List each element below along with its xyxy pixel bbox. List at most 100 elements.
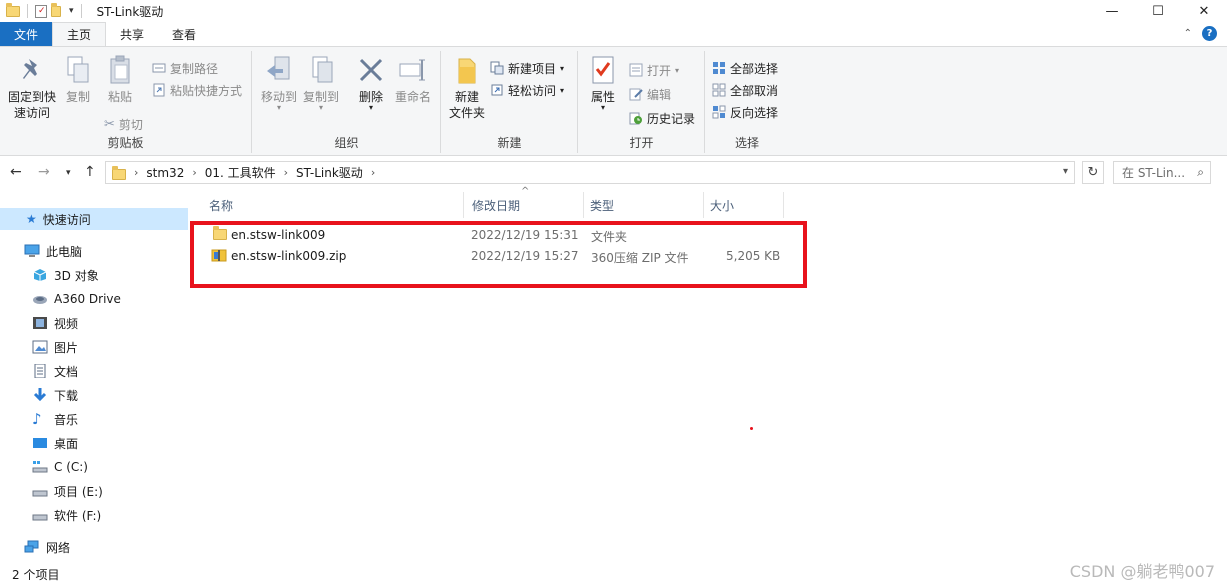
cut-button[interactable]: ✂ 剪切 bbox=[104, 115, 143, 133]
back-arrow-icon[interactable]: ← bbox=[10, 164, 22, 180]
address-dropdown-icon[interactable]: ▾ bbox=[1063, 166, 1068, 177]
nav-music[interactable]: ♪ 音乐 bbox=[0, 408, 78, 430]
tab-file[interactable]: 文件 bbox=[0, 22, 53, 46]
folder-icon bbox=[6, 2, 20, 17]
paste-shortcut-button[interactable]: 粘贴快捷方式 bbox=[152, 81, 242, 99]
status-bar-count: 2 个项目 bbox=[12, 568, 60, 582]
nav-item-label: 音乐 bbox=[54, 412, 79, 427]
up-arrow-icon[interactable]: ↑ bbox=[84, 164, 96, 180]
select-all-button[interactable]: 全部选择 bbox=[712, 59, 778, 77]
ribbon: 固定到快 速访问 复制 粘贴 复制路径 粘贴快捷方式 ✂ 剪切 剪贴板 移动到 … bbox=[0, 46, 1227, 156]
maximize-button[interactable]: ☐ bbox=[1135, 0, 1181, 22]
refresh-button[interactable]: ↻ bbox=[1082, 161, 1104, 184]
new-folder-label-2: 文件夹 bbox=[448, 106, 485, 120]
system-drive-icon bbox=[32, 461, 48, 473]
computer-icon bbox=[24, 244, 40, 257]
nav-videos[interactable]: 视频 bbox=[0, 312, 78, 334]
nav-this-pc[interactable]: 此电脑 bbox=[0, 240, 82, 262]
nav-drive-c[interactable]: C (C:) bbox=[0, 456, 88, 478]
pin-label-2: 速访问 bbox=[13, 106, 50, 120]
edit-label: 编辑 bbox=[647, 87, 672, 102]
dropdown-arrow-icon: ▾ bbox=[276, 103, 281, 112]
breadcrumb-stm32[interactable]: stm32 bbox=[146, 166, 184, 180]
easy-access-icon bbox=[491, 84, 503, 96]
minimize-button[interactable]: — bbox=[1089, 0, 1135, 22]
drive-icon bbox=[32, 514, 48, 521]
history-button[interactable]: 历史记录 bbox=[629, 109, 695, 127]
help-icon[interactable]: ? bbox=[1202, 26, 1217, 41]
nav-drive-f[interactable]: 软件 (F:) bbox=[0, 504, 101, 526]
breadcrumb-tools[interactable]: 01. 工具软件 bbox=[205, 164, 276, 181]
column-header-size[interactable]: 大小 bbox=[704, 192, 784, 218]
close-button[interactable]: ✕ bbox=[1181, 0, 1227, 22]
copy-to-button[interactable]: 复制到 ▾ bbox=[301, 55, 341, 112]
nav-a360-drive[interactable]: A360 Drive bbox=[0, 288, 121, 310]
tab-share[interactable]: 共享 bbox=[106, 22, 158, 46]
copy-button[interactable]: 复制 bbox=[62, 55, 94, 105]
chevron-up-icon[interactable]: ⌃ bbox=[1184, 28, 1192, 39]
music-note-icon: ♪ bbox=[32, 410, 42, 428]
search-input[interactable]: 在 ST-Lin... ⌕ bbox=[1113, 161, 1211, 184]
ribbon-tabs: 文件 主页 共享 查看 ⌃ ? bbox=[0, 22, 1227, 46]
chevron-right-icon[interactable]: › bbox=[134, 166, 138, 179]
dropdown-arrow-icon: ▾ bbox=[675, 65, 680, 75]
nav-network-label: 网络 bbox=[46, 540, 71, 555]
properties-button[interactable]: 属性 ▾ bbox=[587, 55, 619, 112]
pin-to-quick-access-button[interactable]: 固定到快 速访问 bbox=[6, 55, 58, 121]
ribbon-right-controls: ⌃ ? bbox=[1184, 26, 1217, 41]
column-header-type[interactable]: 类型 bbox=[584, 192, 704, 218]
paste-label: 粘贴 bbox=[107, 90, 132, 104]
rename-button[interactable]: 重命名 bbox=[393, 55, 433, 105]
nav-network[interactable]: 网络 bbox=[0, 536, 70, 558]
new-folder-icon bbox=[452, 55, 482, 85]
copy-path-button[interactable]: 复制路径 bbox=[152, 59, 218, 77]
forward-arrow-icon[interactable]: → bbox=[38, 164, 50, 180]
nav-item-label: 图片 bbox=[54, 340, 79, 355]
new-folder-button[interactable]: 新建 文件夹 bbox=[446, 55, 488, 121]
clipboard-icon bbox=[105, 55, 135, 85]
open-button[interactable]: 打开 ▾ bbox=[629, 61, 679, 79]
separator bbox=[27, 4, 28, 18]
address-bar[interactable]: › stm32 › 01. 工具软件 › ST-Link驱动 › bbox=[105, 161, 1075, 184]
chevron-right-icon[interactable]: › bbox=[192, 166, 196, 179]
column-headers: ^ 名称 修改日期 类型 大小 bbox=[191, 186, 1227, 218]
recent-locations-icon[interactable]: ▾ bbox=[66, 168, 71, 178]
chevron-right-icon[interactable]: › bbox=[284, 166, 288, 179]
easy-access-button[interactable]: 轻松访问 ▾ bbox=[490, 81, 564, 99]
nav-pictures[interactable]: 图片 bbox=[0, 336, 78, 358]
nav-3d-objects[interactable]: 3D 对象 bbox=[0, 264, 99, 286]
nav-drive-e[interactable]: 项目 (E:) bbox=[0, 480, 103, 502]
breadcrumb-stlink[interactable]: ST-Link驱动 bbox=[296, 164, 363, 181]
nav-quick-access[interactable]: ★ 快速访问 bbox=[0, 208, 188, 230]
tab-home[interactable]: 主页 bbox=[52, 22, 107, 46]
nav-desktop[interactable]: 桌面 bbox=[0, 432, 78, 454]
column-header-date[interactable]: 修改日期 bbox=[464, 192, 584, 218]
properties-quick-icon[interactable]: ✓ bbox=[35, 4, 47, 18]
edit-button[interactable]: 编辑 bbox=[629, 85, 671, 103]
drive-icon bbox=[32, 490, 48, 497]
search-icon: ⌕ bbox=[1197, 165, 1204, 179]
select-none-button[interactable]: 全部取消 bbox=[712, 81, 778, 99]
nav-documents[interactable]: 文档 bbox=[0, 360, 78, 382]
customize-toolbar-icon[interactable]: ▾ bbox=[69, 6, 74, 16]
paste-button[interactable]: 粘贴 bbox=[104, 55, 136, 105]
dropdown-arrow-icon: ▾ bbox=[560, 85, 565, 95]
delete-button[interactable]: 删除 ▾ bbox=[353, 55, 389, 112]
new-group-label: 新建 bbox=[497, 136, 522, 150]
paste-shortcut-label: 粘贴快捷方式 bbox=[170, 83, 243, 98]
document-icon bbox=[34, 364, 46, 378]
organize-group-label: 组织 bbox=[334, 136, 359, 150]
select-all-icon bbox=[713, 62, 725, 74]
new-item-button[interactable]: 新建项目 ▾ bbox=[490, 59, 564, 77]
move-to-button[interactable]: 移动到 ▾ bbox=[259, 55, 299, 112]
invert-selection-label: 反向选择 bbox=[730, 105, 779, 120]
new-folder-quick-icon[interactable] bbox=[51, 2, 61, 17]
select-all-label: 全部选择 bbox=[730, 61, 779, 76]
invert-selection-button[interactable]: 反向选择 bbox=[712, 103, 778, 121]
navigation-row: ← → ▾ ↑ › stm32 › 01. 工具软件 › ST-Link驱动 ›… bbox=[0, 160, 1227, 186]
nav-downloads[interactable]: 下载 bbox=[0, 384, 78, 406]
column-header-name[interactable]: 名称 bbox=[191, 192, 464, 218]
chevron-right-icon[interactable]: › bbox=[371, 166, 375, 179]
pin-icon bbox=[17, 55, 47, 85]
tab-view[interactable]: 查看 bbox=[158, 22, 210, 46]
